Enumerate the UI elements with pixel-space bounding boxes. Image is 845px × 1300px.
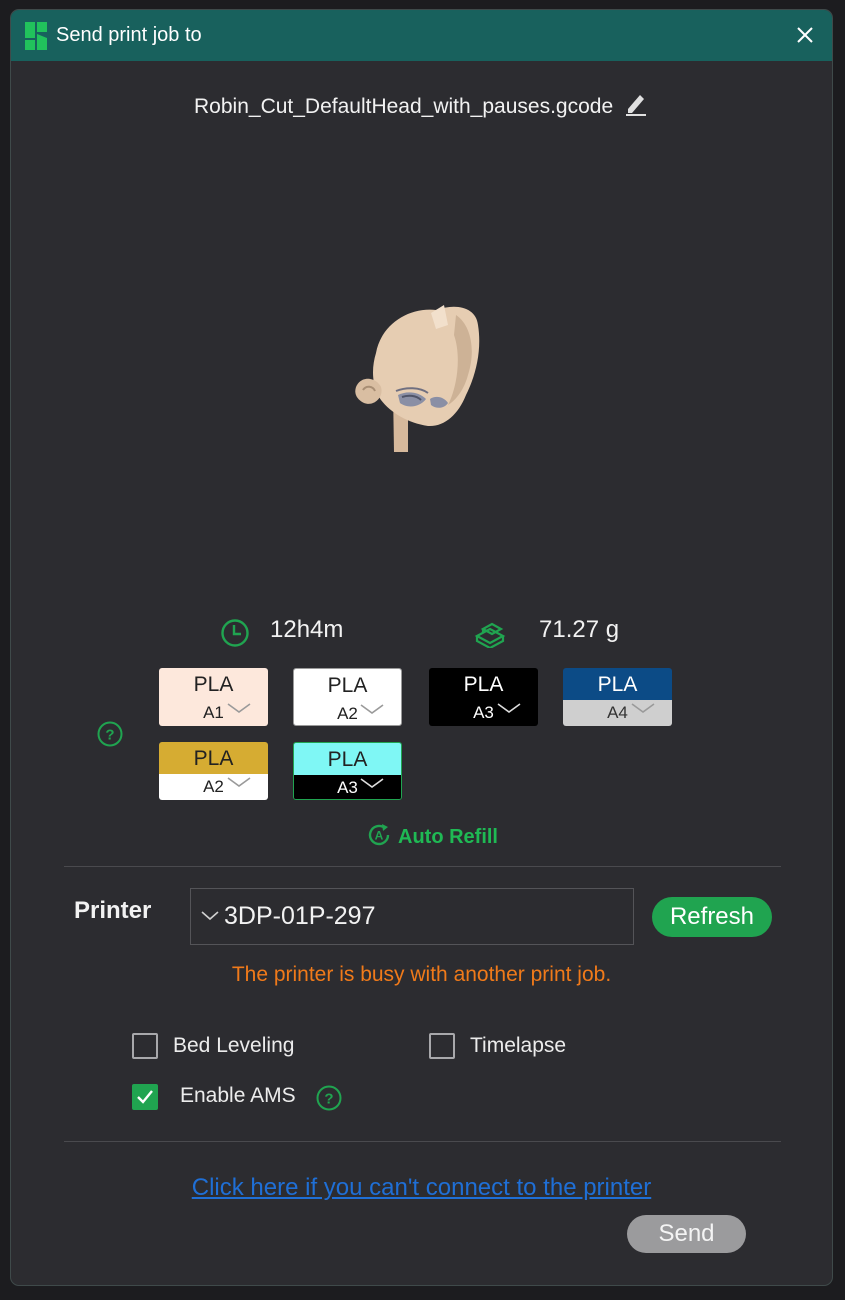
chevron-down-icon: [227, 703, 251, 713]
svg-text:A: A: [375, 829, 384, 843]
printer-status-message: The printer is busy with another print j…: [231, 963, 612, 986]
ams-help-icon[interactable]: ?: [316, 1085, 342, 1111]
material-type: PLA: [429, 668, 538, 700]
refresh-button[interactable]: Refresh: [652, 897, 772, 937]
divider-bottom: [64, 1141, 781, 1142]
timelapse-checkbox[interactable]: [429, 1033, 455, 1059]
materials-help-icon[interactable]: ?: [97, 721, 123, 747]
bed-leveling-checkbox[interactable]: [132, 1033, 158, 1059]
edit-pencil-icon[interactable]: [623, 90, 649, 116]
bed-leveling-label: Bed Leveling: [173, 1034, 295, 1057]
material-slot[interactable]: PLA A1: [159, 668, 268, 726]
chevron-down-icon: [201, 911, 219, 921]
svg-text:?: ?: [324, 1091, 333, 1108]
printer-select-value: 3DP-01P-297: [224, 902, 376, 930]
material-slot[interactable]: PLA A2: [159, 742, 268, 800]
enable-ams-label: Enable AMS: [180, 1084, 296, 1107]
enable-ams-checkbox[interactable]: [132, 1084, 158, 1110]
timelapse-label: Timelapse: [470, 1034, 567, 1057]
chevron-down-icon: [497, 703, 521, 713]
material-type: PLA: [294, 743, 401, 775]
svg-text:?: ?: [105, 727, 114, 744]
filament-weight-icon: [474, 622, 506, 648]
material-type: PLA: [159, 668, 268, 700]
bambu-logo-icon: [25, 22, 47, 50]
filename: Robin_Cut_DefaultHead_with_pauses.gcode: [194, 95, 614, 118]
chevron-down-icon: [227, 777, 251, 787]
filename-row: Robin_Cut_DefaultHead_with_pauses.gcode: [11, 90, 832, 119]
material-slot[interactable]: PLA A4: [563, 668, 672, 726]
titlebar: Send print job to: [11, 10, 832, 61]
material-slot[interactable]: PLA A3: [429, 668, 538, 726]
chevron-down-icon: [360, 704, 384, 714]
material-type: PLA: [563, 668, 672, 700]
model-preview-image: [355, 305, 480, 452]
filament-weight: 71.27 g: [539, 616, 620, 643]
dialog-title: Send print job to: [56, 24, 202, 46]
printer-label: Printer: [74, 897, 152, 924]
material-type: PLA: [294, 669, 401, 701]
divider-top: [64, 866, 781, 867]
chevron-down-icon: [360, 778, 384, 788]
auto-refill-text: Auto Refill: [398, 826, 498, 848]
checkmark-icon: [137, 1090, 153, 1104]
printer-select[interactable]: 3DP-01P-297: [190, 888, 634, 945]
auto-refill-label[interactable]: A Auto Refill: [366, 822, 498, 849]
material-slot[interactable]: PLA A3: [293, 742, 402, 800]
auto-refill-icon: A: [368, 824, 390, 846]
material-type: PLA: [159, 742, 268, 774]
material-slot[interactable]: PLA A2: [293, 668, 402, 726]
send-print-dialog: Send print job to Robin_Cut_DefaultHead_…: [10, 9, 833, 1286]
close-icon[interactable]: [792, 22, 818, 48]
chevron-down-icon: [631, 703, 655, 713]
print-time: 12h4m: [270, 616, 344, 643]
connection-help-link[interactable]: Click here if you can't connect to the p…: [11, 1174, 832, 1202]
send-button[interactable]: Send: [627, 1215, 746, 1253]
clock-icon: [221, 619, 249, 647]
